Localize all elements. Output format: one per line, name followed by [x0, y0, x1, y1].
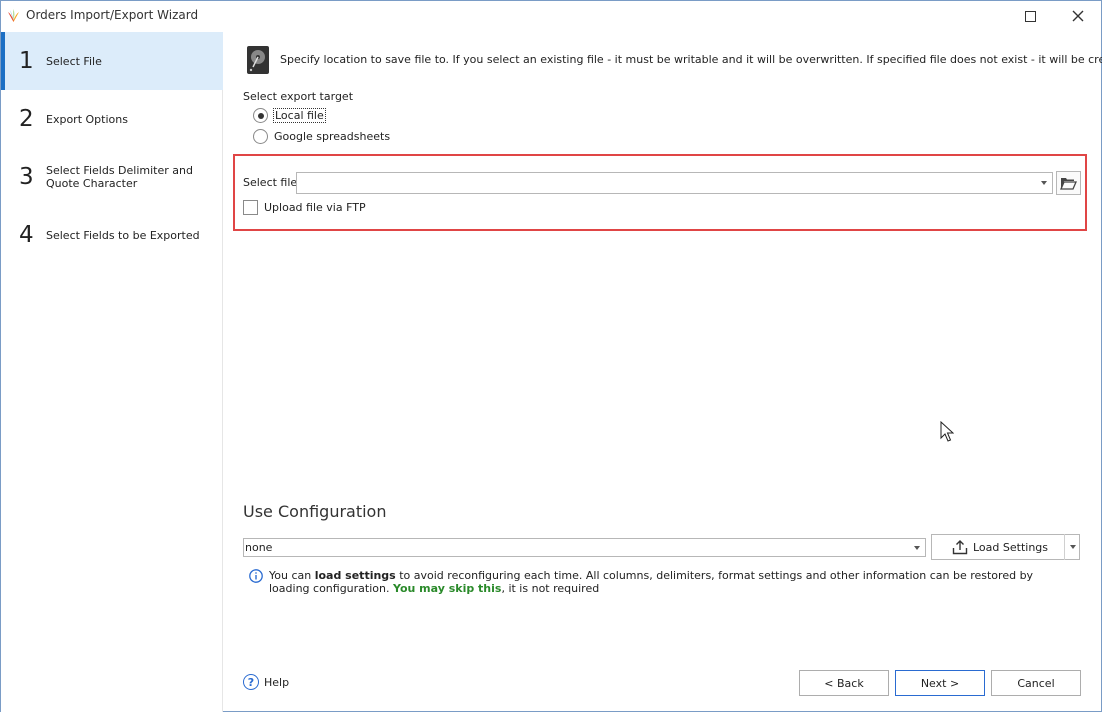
- intro-text: Specify location to save file to. If you…: [280, 53, 1102, 66]
- load-settings-dropdown[interactable]: [1064, 534, 1080, 560]
- use-configuration-heading: Use Configuration: [243, 502, 387, 521]
- app-logo-icon: [8, 9, 19, 22]
- maximize-button[interactable]: [1014, 5, 1046, 27]
- step-label: Select Fields Delimiter and Quote Charac…: [46, 164, 193, 190]
- info-skip-text: You may skip this: [392, 582, 502, 595]
- ftp-label: Upload file via FTP: [264, 201, 366, 214]
- radio-local-file[interactable]: Local file: [253, 108, 326, 123]
- step-number: 4: [19, 222, 34, 248]
- wizard-window: Orders Import/Export Wizard 1 Select Fil…: [0, 0, 1102, 712]
- question-mark-icon: ?: [243, 674, 259, 690]
- ftp-checkbox[interactable]: [243, 200, 258, 215]
- info-prefix: You can: [269, 569, 315, 582]
- configuration-combobox[interactable]: none: [243, 538, 926, 557]
- load-settings-button[interactable]: Load Settings: [931, 534, 1080, 560]
- chevron-down-icon[interactable]: [1041, 181, 1047, 185]
- info-bold: load settings: [314, 569, 396, 582]
- info-icon: [249, 569, 263, 583]
- step-select-file[interactable]: 1 Select File: [1, 32, 223, 90]
- configuration-info-text: You can load settings to avoid reconfigu…: [269, 569, 1069, 595]
- radio-label: Local file: [273, 108, 326, 123]
- hard-drive-icon: [247, 46, 269, 74]
- window-title: Orders Import/Export Wizard: [26, 8, 199, 22]
- mouse-cursor-icon: [940, 421, 954, 442]
- step-number: 2: [19, 106, 34, 132]
- next-label: Next >: [920, 676, 960, 690]
- ftp-upload-option[interactable]: Upload file via FTP: [243, 200, 366, 215]
- step-number: 3: [19, 164, 34, 190]
- wizard-steps-sidebar: 1 Select File 2 Export Options 3 Select …: [1, 32, 223, 712]
- load-settings-label: Load Settings: [973, 540, 1049, 554]
- step-delimiter[interactable]: 3 Select Fields Delimiter and Quote Char…: [1, 148, 223, 206]
- step-fields-exported[interactable]: 4 Select Fields to be Exported: [1, 206, 223, 264]
- radio-button[interactable]: [253, 108, 268, 123]
- file-path-combobox[interactable]: [296, 172, 1053, 194]
- browse-folder-button[interactable]: [1056, 171, 1081, 195]
- export-target-label: Select export target: [243, 90, 354, 103]
- step-label: Select Fields to be Exported: [46, 228, 200, 242]
- radio-google-spreadsheets[interactable]: Google spreadsheets: [253, 129, 390, 144]
- step-export-options[interactable]: 2 Export Options: [1, 90, 223, 148]
- back-label: < Back: [824, 676, 864, 690]
- help-link[interactable]: ? Help: [243, 674, 289, 690]
- cancel-button[interactable]: Cancel: [991, 670, 1081, 696]
- radio-button[interactable]: [253, 129, 268, 144]
- select-file-label: Select file: [243, 176, 298, 189]
- radio-label: Google spreadsheets: [274, 130, 391, 143]
- help-label: Help: [264, 675, 290, 689]
- maximize-icon: [1024, 10, 1036, 22]
- cancel-label: Cancel: [1017, 676, 1055, 690]
- step-number: 1: [19, 48, 34, 74]
- close-button[interactable]: [1062, 5, 1094, 27]
- main-panel: Specify location to save file to. If you…: [224, 32, 1102, 712]
- step-label: Export Options: [46, 112, 128, 126]
- upload-icon: [952, 540, 968, 555]
- step-label: Select File: [46, 54, 102, 68]
- title-bar: Orders Import/Export Wizard: [1, 1, 1101, 32]
- configuration-value: none: [245, 541, 273, 554]
- next-button[interactable]: Next >: [895, 670, 985, 696]
- chevron-down-icon: [1070, 545, 1076, 549]
- chevron-down-icon[interactable]: [914, 546, 920, 550]
- folder-open-icon: [1060, 178, 1077, 190]
- close-icon: [1072, 10, 1084, 22]
- info-suffix: , it is not required: [501, 582, 600, 595]
- back-button[interactable]: < Back: [799, 670, 889, 696]
